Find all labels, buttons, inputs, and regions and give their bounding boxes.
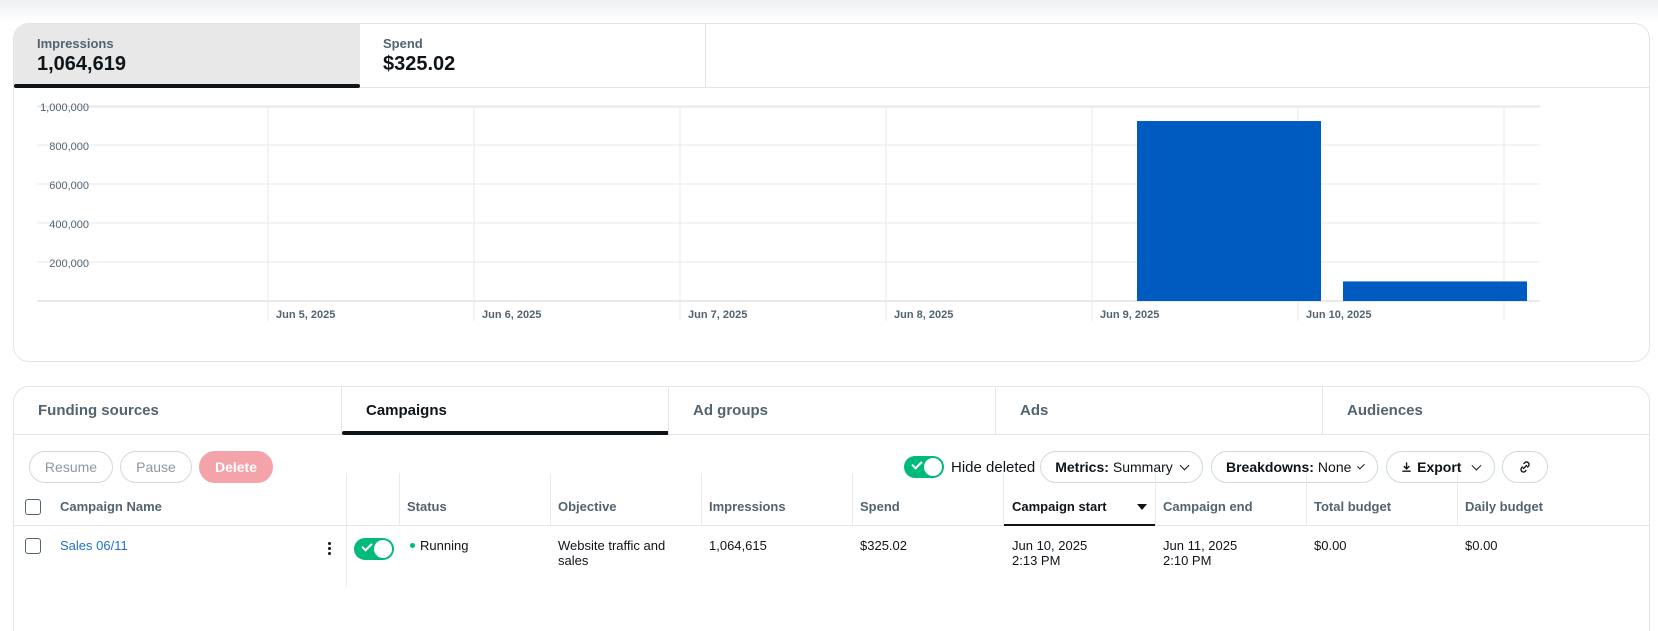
impressions-cell: 1,064,615	[709, 538, 767, 553]
x-tick-label: Jun 6, 2025	[482, 309, 541, 321]
row-checkbox[interactable]	[25, 538, 41, 554]
metric-tab-impressions[interactable]: Impressions 1,064,619	[14, 24, 360, 88]
tab-ads[interactable]: Ads	[995, 387, 1322, 435]
check-icon	[911, 458, 923, 470]
y-tick-label: 400,000	[49, 219, 89, 231]
more-options-icon[interactable]	[328, 542, 332, 557]
col-spend[interactable]: Spend	[852, 473, 1003, 526]
entity-table-card: Funding sources Campaigns Ad groups Ads …	[13, 386, 1650, 631]
col-campaign-start[interactable]: Campaign start	[1004, 473, 1155, 526]
campaign-start-cell: Jun 10, 2025 2:13 PM	[1012, 538, 1087, 568]
tab-funding-sources[interactable]: Funding sources	[14, 387, 341, 435]
col-objective[interactable]: Objective	[550, 473, 701, 526]
x-tick-label: Jun 9, 2025	[1100, 309, 1159, 321]
col-campaign-start-label: Campaign start	[1012, 499, 1107, 514]
metrics-card: Impressions 1,064,619 Spend $325.02 200,…	[13, 23, 1650, 362]
metric-tab-spend[interactable]: Spend $325.02	[360, 24, 706, 88]
impressions-chart: 200,000 400,000 600,000 800,000 1,000,000 Jun…	[37, 102, 1540, 321]
total-budget-cell: $0.00	[1314, 538, 1347, 553]
chart-bar	[1137, 121, 1321, 301]
tab-audiences[interactable]: Audiences	[1322, 387, 1649, 435]
campaign-end-cell: Jun 11, 2025 2:10 PM	[1163, 538, 1237, 568]
entity-tabs: Funding sources Campaigns Ad groups Ads …	[14, 387, 1649, 435]
toggle-knob	[374, 540, 392, 558]
metric-value: 1,064,619	[37, 53, 126, 75]
chart-bar	[1343, 281, 1527, 301]
table-header: Campaign Name Status Objective Impressio…	[14, 473, 1649, 587]
col-total-budget[interactable]: Total budget	[1306, 473, 1457, 526]
status-cell: Running	[410, 538, 468, 553]
chevron-down-icon	[1357, 461, 1365, 469]
y-tick-label: 600,000	[49, 180, 89, 192]
tab-ad-groups[interactable]: Ad groups	[668, 387, 995, 435]
link-icon	[1520, 461, 1530, 473]
sort-desc-icon	[1137, 504, 1147, 510]
y-tick-label: 800,000	[49, 141, 89, 153]
metric-label: Spend	[383, 36, 423, 51]
col-campaign-name[interactable]: Campaign Name	[52, 473, 346, 526]
status-dot-icon	[410, 543, 415, 548]
spend-cell: $325.02	[860, 538, 907, 553]
x-tick-label: Jun 8, 2025	[894, 309, 953, 321]
metric-tabs: Impressions 1,064,619 Spend $325.02	[14, 24, 1649, 88]
download-icon	[1402, 462, 1411, 472]
daily-budget-cell: $0.00	[1465, 538, 1498, 553]
campaign-name-link[interactable]: Sales 06/11	[60, 538, 128, 553]
chevron-down-icon	[1179, 460, 1190, 470]
check-icon	[361, 540, 373, 552]
end-time: 2:10 PM	[1163, 553, 1212, 568]
col-impressions[interactable]: Impressions	[701, 473, 852, 526]
start-date: Jun 10, 2025	[1012, 538, 1088, 553]
x-tick-label: Jun 7, 2025	[688, 309, 747, 321]
y-tick-label: 200,000	[49, 258, 89, 270]
col-daily-budget[interactable]: Daily budget	[1457, 473, 1608, 526]
campaign-active-toggle[interactable]	[354, 538, 394, 560]
metric-label: Impressions	[37, 36, 114, 51]
x-tick-label: Jun 5, 2025	[276, 309, 335, 321]
objective-line-2: sales	[558, 553, 589, 568]
y-tick-label: 1,000,000	[40, 102, 89, 114]
col-status[interactable]: Status	[399, 473, 550, 526]
table-row: Sales 06/11 Running Website traffic and …	[14, 526, 1649, 586]
x-tick-label: Jun 10, 2025	[1306, 309, 1371, 321]
metric-value: $325.02	[383, 53, 456, 75]
top-shadow	[0, 0, 1658, 22]
select-all-checkbox[interactable]	[25, 499, 41, 515]
objective-line-1: Website traffic and	[558, 538, 666, 553]
end-date: Jun 11, 2025	[1163, 538, 1238, 553]
chevron-down-icon	[1471, 460, 1482, 470]
objective-cell: Website traffic and sales	[558, 538, 665, 568]
tab-campaigns[interactable]: Campaigns	[341, 387, 669, 435]
col-campaign-end[interactable]: Campaign end	[1155, 473, 1306, 526]
start-time: 2:13 PM	[1012, 553, 1061, 568]
status-text: Running	[420, 538, 469, 553]
